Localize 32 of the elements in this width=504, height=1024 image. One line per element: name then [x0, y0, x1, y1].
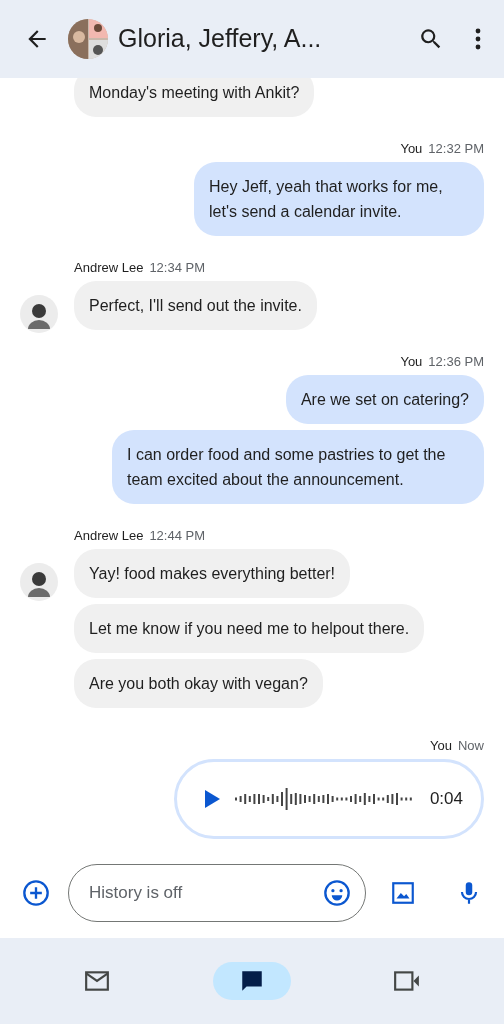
- sender-name: You: [400, 354, 423, 369]
- message-bubble: Monday's meeting with Ankit?: [74, 78, 315, 117]
- play-icon: [203, 789, 221, 809]
- emoji-icon[interactable]: [323, 879, 351, 907]
- chat-tab[interactable]: [213, 962, 291, 1000]
- contact-avatar-icon: [20, 295, 58, 333]
- message-time: 12:44 PM: [149, 528, 206, 543]
- contact-avatar-icon: [20, 563, 58, 601]
- message-bubble: Yay! food makes everything better!: [74, 549, 351, 598]
- message-time: 12:32 PM: [428, 141, 484, 156]
- message-bubble: I can order food and some pastries to get the team excited about the announcement.: [112, 430, 484, 504]
- message-bubble: Perfect, I'll send out the invite.: [74, 281, 317, 330]
- conversation-title: Gloria, Jeffery, A...: [118, 23, 323, 55]
- more-options-icon: [474, 27, 482, 51]
- sender-name: You: [430, 738, 452, 753]
- text-input[interactable]: History is off: [87, 879, 323, 907]
- message-bubble: Let me know if you need me to helpout there.: [74, 604, 425, 653]
- sender-name: Andrew Lee: [74, 528, 144, 543]
- voice-duration: 0:04: [429, 788, 463, 811]
- message-bubble: Are you both okay with vegan?: [74, 659, 323, 708]
- message-time: 12:34 PM: [149, 260, 206, 275]
- sender-name: You: [400, 141, 423, 156]
- video-camera-icon: [392, 970, 421, 992]
- message-time: 12:36 PM: [428, 354, 484, 369]
- message-time: Now: [458, 738, 484, 753]
- sender-name: Andrew Lee: [74, 260, 144, 275]
- message-bubble: Hey Jeff, yeah that works for me, let's send a calendar invite.: [194, 162, 484, 236]
- group-avatar-icon: [68, 19, 108, 59]
- add-icon: [22, 879, 50, 907]
- image-icon: [390, 880, 416, 906]
- message-bubble: Are we set on catering?: [285, 375, 484, 424]
- mail-icon: [84, 970, 111, 992]
